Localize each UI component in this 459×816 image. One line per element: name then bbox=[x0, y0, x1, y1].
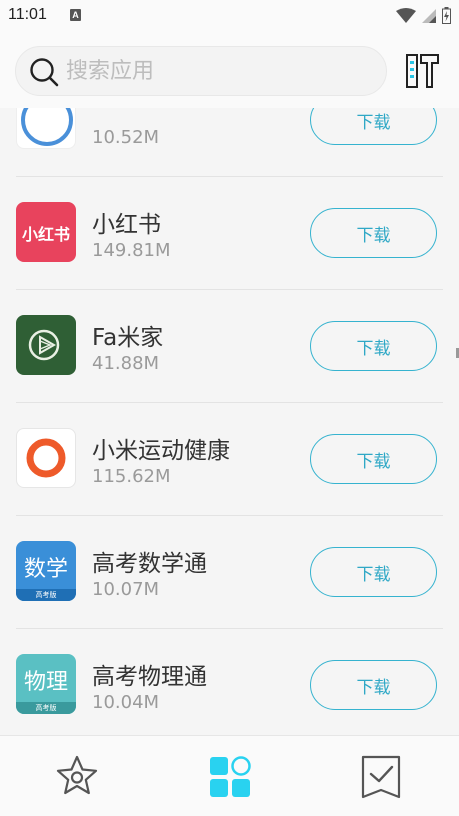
download-button[interactable]: 下载 bbox=[310, 547, 437, 597]
apps-grid-icon[interactable] bbox=[207, 754, 253, 800]
download-button[interactable]: 下载 bbox=[310, 208, 437, 258]
app-name: 高考数学通 bbox=[92, 551, 207, 577]
app-size: 149.81M bbox=[92, 240, 171, 261]
app-size: 10.07M bbox=[92, 579, 160, 600]
app-name: 小红书 bbox=[92, 212, 161, 238]
icon-label: 小红书 bbox=[21, 225, 70, 244]
list-item[interactable]: 数学 高考版 高考数学通 10.07M 下载 bbox=[0, 516, 459, 629]
search-header bbox=[0, 32, 459, 108]
app-name: 小米运动健康 bbox=[92, 438, 230, 464]
icon-sublabel: 高考版 bbox=[35, 591, 57, 599]
status-icons bbox=[396, 7, 451, 24]
app-name: Fa米家 bbox=[92, 325, 164, 351]
app-size: 41.88M bbox=[92, 353, 160, 374]
cell-signal-icon bbox=[422, 8, 436, 23]
xiaohongshu-icon: 小红书 bbox=[16, 202, 76, 262]
star-settings-icon[interactable] bbox=[54, 754, 100, 800]
search-box[interactable] bbox=[15, 46, 387, 96]
list-item[interactable]: 物理 高考版 高考物理通 10.04M 下载 bbox=[0, 629, 459, 735]
app-size: 115.62M bbox=[92, 466, 171, 487]
icon-sublabel: 高考版 bbox=[35, 704, 57, 712]
battery-icon bbox=[442, 7, 451, 24]
icon-footer: 高考版 bbox=[16, 589, 76, 601]
bottom-nav bbox=[0, 735, 459, 816]
wifi-icon bbox=[396, 7, 416, 23]
fa-mijia-icon bbox=[16, 315, 76, 375]
app-size: 10.04M bbox=[92, 692, 160, 713]
checklist-icon[interactable] bbox=[358, 754, 404, 800]
list-item[interactable]: 小米运动健康 115.62M 下载 bbox=[0, 403, 459, 516]
search-input[interactable] bbox=[66, 47, 366, 95]
icon-label: 物理 bbox=[23, 670, 68, 695]
list-item[interactable]: 小红书 小红书 149.81M 下载 bbox=[0, 177, 459, 290]
download-button[interactable]: 下载 bbox=[310, 660, 437, 710]
app-name: 高考物理通 bbox=[92, 664, 207, 690]
search-icon bbox=[30, 58, 59, 87]
download-button[interactable]: 下载 bbox=[310, 321, 437, 371]
gaokao-physics-icon: 物理 高考版 bbox=[16, 654, 76, 714]
mi-fitness-icon bbox=[16, 428, 76, 488]
gaokao-math-icon: 数学 高考版 bbox=[16, 541, 76, 601]
icon-footer: 高考版 bbox=[16, 702, 76, 714]
tools-icon[interactable] bbox=[404, 53, 440, 89]
status-bar: 11:01 A bbox=[0, 0, 459, 32]
download-button[interactable]: 下载 bbox=[310, 108, 437, 145]
app-list[interactable]: 10.52M 下载 小红书 小红书 149.81M 下载 Fa米家 41.88M… bbox=[0, 108, 459, 735]
icon-label: 数学 bbox=[23, 557, 68, 582]
partial-blue-circle-icon bbox=[16, 108, 76, 149]
list-item[interactable]: Fa米家 41.88M 下载 bbox=[0, 290, 459, 403]
download-button[interactable]: 下载 bbox=[310, 434, 437, 484]
list-item[interactable]: 10.52M 下载 bbox=[0, 108, 459, 177]
app-size: 10.52M bbox=[92, 127, 160, 148]
status-time: 11:01 bbox=[8, 6, 47, 23]
notification-icon: A bbox=[70, 9, 81, 21]
